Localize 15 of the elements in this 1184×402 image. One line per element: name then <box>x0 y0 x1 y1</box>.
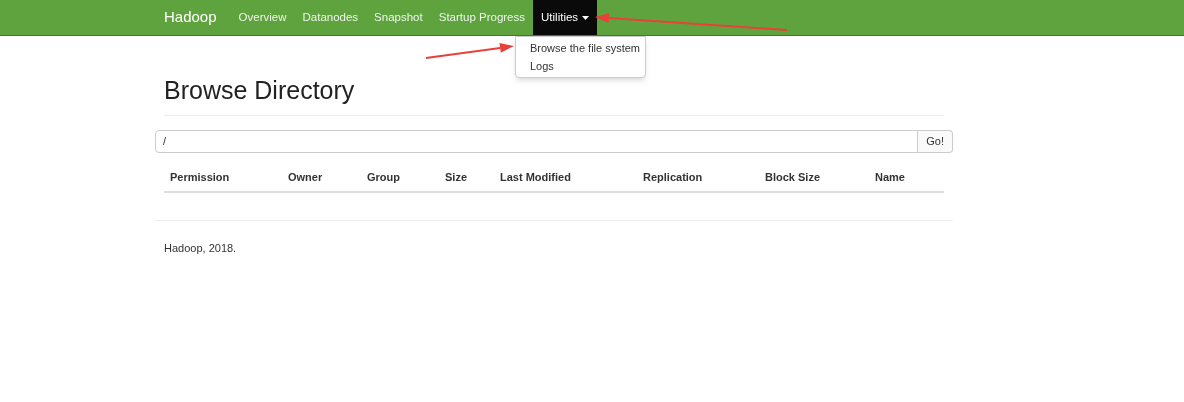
nav-tab[interactable]: Utilities <box>533 0 598 35</box>
page-title: Browse Directory <box>164 75 356 105</box>
column-header: Block Size <box>764 170 822 185</box>
column-header: Owner <box>287 170 324 185</box>
column-header: Name <box>874 170 906 185</box>
path-field[interactable]: / <box>155 130 919 153</box>
column-header: Group <box>366 170 401 185</box>
footer-text: Hadoop, 2018. <box>164 241 237 254</box>
column-header: Replication <box>642 170 704 185</box>
go-button[interactable]: Go! <box>918 130 953 153</box>
column-header: Last Modified <box>499 170 572 185</box>
column-header: Permission <box>169 170 231 185</box>
column-header: Size <box>444 170 468 185</box>
menu-item[interactable]: Logs <box>516 57 645 75</box>
menu-item[interactable]: Browse the file system <box>516 39 645 57</box>
